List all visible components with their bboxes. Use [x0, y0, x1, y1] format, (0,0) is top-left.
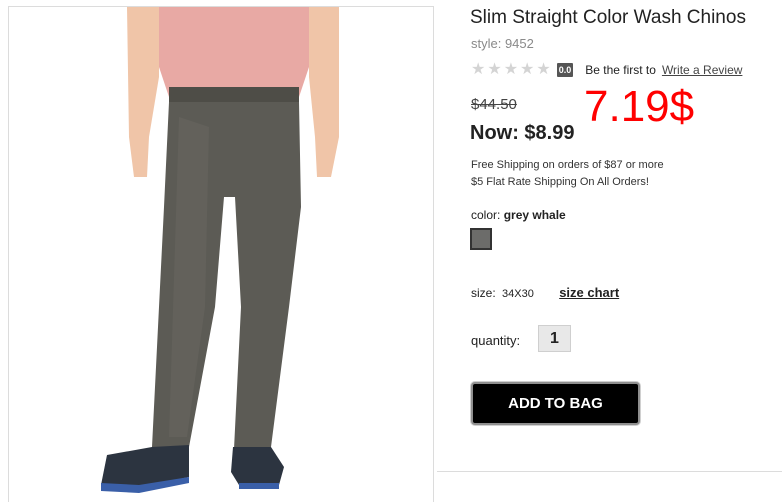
rating-score-badge: 0.0 — [556, 63, 574, 77]
size-row: size: 34X30 size chart — [471, 285, 619, 300]
star-icon: ★ — [536, 61, 551, 78]
star-icon: ★ — [471, 61, 486, 78]
divider — [437, 471, 782, 472]
shipping-line: $5 Flat Rate Shipping On All Orders! — [471, 176, 649, 188]
quantity-label: quantity: — [471, 333, 521, 348]
color-label-text: color: — [471, 208, 501, 222]
product-title: Slim Straight Color Wash Chinos — [470, 7, 746, 28]
size-chart-link[interactable]: size chart — [559, 285, 619, 300]
color-value: grey whale — [503, 208, 566, 222]
rating-row: ★ ★ ★ ★ ★ 0.0 Be the first to Write a Re… — [471, 61, 742, 79]
shipping-line: Free Shipping on orders of $87 or more — [471, 159, 664, 171]
star-icon: ★ — [487, 61, 502, 78]
size-label: size: — [471, 286, 496, 300]
price-annotation: 7.19$ — [584, 82, 695, 131]
be-first-text: Be the first to — [585, 63, 656, 77]
now-price: Now: $8.99 — [470, 122, 575, 144]
color-label: color: grey whale — [471, 208, 566, 222]
star-icon: ★ — [520, 61, 535, 78]
quantity-input[interactable]: 1 — [538, 325, 571, 352]
product-style: style: 9452 — [471, 36, 534, 51]
star-icon: ★ — [503, 61, 519, 78]
write-review-link[interactable]: Write a Review — [662, 63, 742, 77]
size-value: 34X30 — [502, 288, 534, 300]
product-image — [101, 7, 339, 493]
old-price: $44.50 — [471, 96, 517, 113]
color-swatch[interactable] — [470, 228, 492, 250]
shipping-info: Free Shipping on orders of $87 or more $… — [471, 157, 664, 191]
add-to-bag-button[interactable]: ADD TO BAG — [471, 382, 640, 425]
product-image-panel — [8, 6, 434, 502]
